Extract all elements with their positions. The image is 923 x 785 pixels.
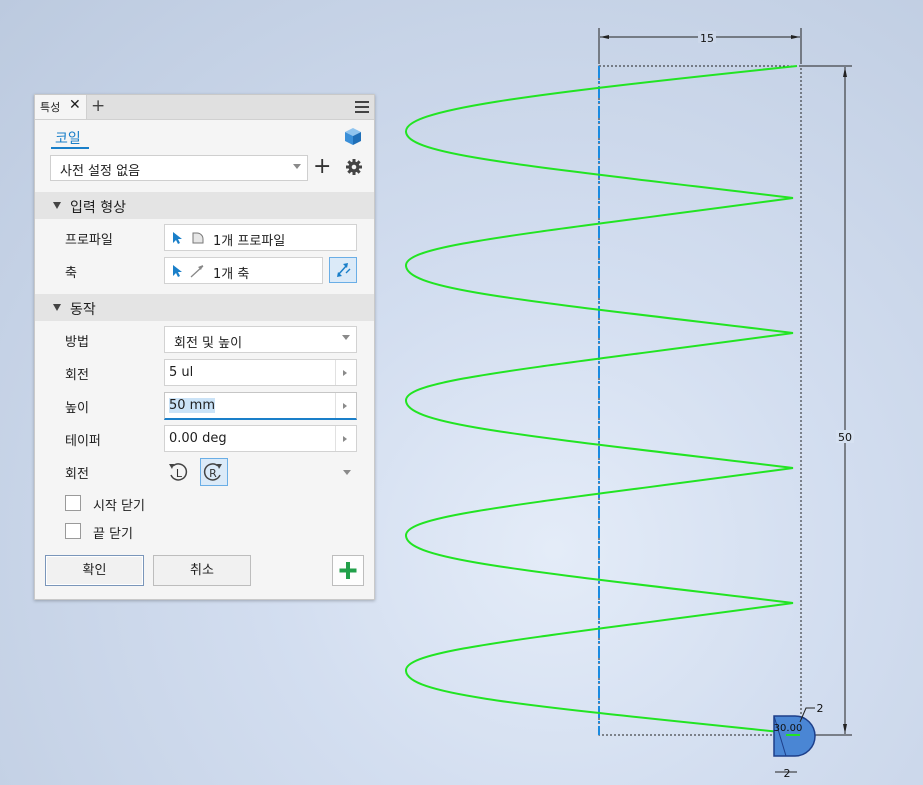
axis-label: 축	[65, 266, 77, 281]
height-value-wrap: 50 mm	[169, 398, 216, 413]
axis-selector[interactable]: 1개 축	[164, 257, 323, 284]
chevron-down-icon[interactable]	[343, 470, 351, 475]
rotation-label: 회전	[65, 467, 89, 482]
svg-text:L: L	[176, 467, 183, 480]
bounding-box	[598, 65, 802, 736]
dim-height-arrow-top	[843, 67, 847, 77]
cancel-button[interactable]: 취소	[153, 555, 251, 586]
dim-small-top-value[interactable]: 2	[817, 702, 824, 715]
method-label: 방법	[65, 335, 89, 350]
method-value: 회전 및 높이	[174, 336, 243, 351]
dim-height-value[interactable]: 50	[838, 431, 852, 444]
tab-properties-label: 특성	[40, 101, 61, 114]
taper-label: 테이퍼	[65, 434, 101, 449]
value-menu-arrow-icon[interactable]	[335, 360, 356, 385]
profile-selector[interactable]: 1개 프로파일	[164, 224, 357, 251]
axis-value: 1개 축	[213, 267, 250, 282]
method-select[interactable]: 회전 및 높이	[164, 326, 357, 353]
panel-tab-bar: 특성 ✕ +	[35, 95, 374, 120]
value-menu-arrow-icon[interactable]	[335, 426, 356, 451]
profile-label: 프로파일	[65, 233, 113, 248]
height-input[interactable]: 50 mm	[164, 392, 357, 420]
select-cursor-icon	[173, 265, 182, 277]
close-start-checkbox[interactable]	[65, 495, 81, 511]
flip-axis-button[interactable]	[329, 257, 357, 283]
axis-arrow-icon	[190, 265, 204, 278]
ok-button[interactable]: 확인	[45, 555, 144, 586]
select-cursor-icon	[173, 232, 182, 244]
rotate-right-icon: R	[203, 463, 222, 481]
gear-icon[interactable]	[345, 158, 363, 176]
close-start-label[interactable]: 시작 닫기	[93, 495, 145, 514]
collapse-icon	[53, 304, 61, 311]
revolution-input[interactable]: 5 ul	[164, 359, 357, 386]
plus-icon	[339, 562, 357, 579]
taper-value: 0.00 deg	[169, 431, 227, 446]
chevron-down-icon	[342, 335, 350, 340]
flip-icon	[337, 263, 351, 277]
close-end-checkbox[interactable]	[65, 523, 81, 539]
add-tab-icon[interactable]: +	[91, 96, 105, 116]
section-behavior-title: 동작	[70, 302, 96, 318]
taper-input[interactable]: 0.00 deg	[164, 425, 357, 452]
tab-properties[interactable]: 특성 ✕	[35, 95, 87, 119]
svg-text:R: R	[209, 467, 217, 480]
preset-select[interactable]: 사전 설정 없음	[50, 155, 308, 181]
rotate-left-icon: L	[169, 463, 188, 481]
menu-icon[interactable]	[355, 101, 369, 113]
collapse-icon	[53, 202, 61, 209]
add-preset-button[interactable]: +	[313, 154, 331, 180]
coil-helix[interactable]	[404, 65, 798, 734]
section-behavior[interactable]: 동작	[35, 294, 374, 321]
rotation-right-button[interactable]: R	[200, 458, 228, 486]
height-value: 50 mm	[169, 398, 216, 413]
dim-width-arrow-left	[600, 35, 609, 39]
close-icon[interactable]: ✕	[69, 97, 81, 113]
profile-shape-icon	[192, 232, 204, 244]
preset-value: 사전 설정 없음	[60, 164, 141, 179]
height-label: 높이	[65, 401, 89, 416]
properties-panel: 특성 ✕ + 코일 사전 설정 없음 + 입력 형상 프로파일 1개 프로파일 …	[34, 94, 375, 600]
dim-width-arrow-right	[791, 35, 800, 39]
cube-icon	[345, 128, 361, 145]
section-input-geometry[interactable]: 입력 형상	[35, 192, 374, 219]
chevron-down-icon	[293, 164, 301, 169]
feature-title-underline	[51, 147, 89, 149]
section-input-geometry-title: 입력 형상	[70, 200, 126, 216]
revolution-value: 5 ul	[169, 365, 194, 380]
value-menu-arrow-icon[interactable]	[335, 393, 356, 418]
apply-add-button[interactable]	[332, 555, 364, 586]
dim-small-bottom-value[interactable]: 2	[784, 767, 791, 780]
revolution-label: 회전	[65, 368, 89, 383]
profile-value: 1개 프로파일	[213, 234, 286, 249]
close-end-label[interactable]: 끝 닫기	[93, 523, 133, 542]
rotation-left-button[interactable]: L	[164, 458, 192, 486]
dim-width-value[interactable]: 15	[700, 32, 714, 45]
dim-angle-value[interactable]: 30.00	[774, 723, 803, 734]
dim-height-arrow-bottom	[843, 724, 847, 734]
feature-title[interactable]: 코일	[55, 128, 81, 148]
